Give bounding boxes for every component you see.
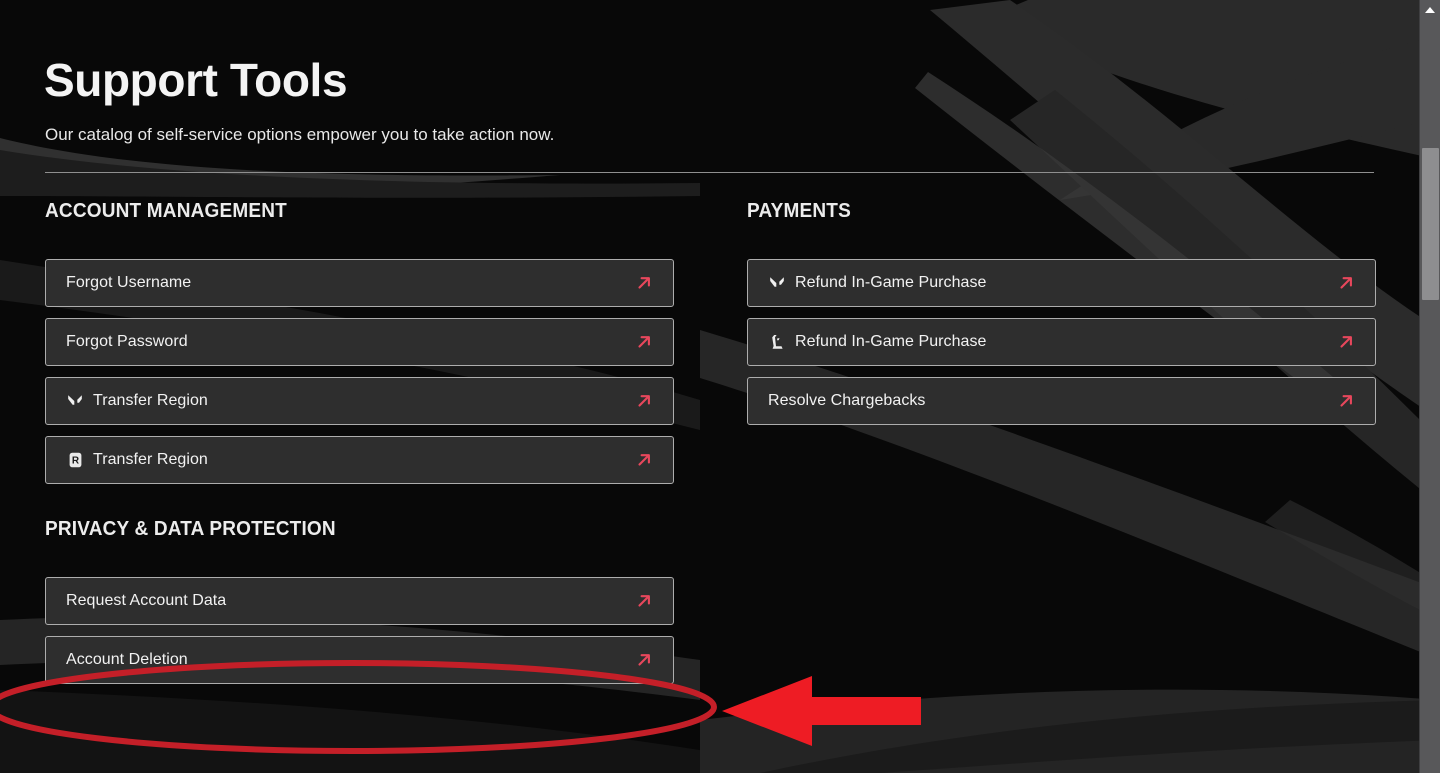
tool-button-label: Forgot Password <box>66 333 188 350</box>
tool-button-request-account-data[interactable]: Request Account Data <box>45 577 674 625</box>
tool-button-label: Forgot Username <box>66 274 192 291</box>
section-payments: PAYMENTS Refund In-Game Purchase Refund … <box>747 200 1377 425</box>
tool-button-label: Transfer Region <box>93 392 208 409</box>
tool-list-account-management: Forgot Username Forgot Password Transfer… <box>45 259 675 484</box>
page-subtitle: Our catalog of self-service options empo… <box>45 125 555 144</box>
scroll-up-arrow-icon[interactable] <box>1420 0 1440 20</box>
external-link-arrow-icon <box>1335 272 1357 294</box>
scrollbar-thumb[interactable] <box>1422 148 1439 300</box>
tool-button-refund-in-game-purchase-league[interactable]: Refund In-Game Purchase <box>747 318 1376 366</box>
section-heading-privacy-data-protection: PRIVACY & DATA PROTECTION <box>45 518 336 540</box>
tool-list-privacy-data-protection: Request Account Data Account Deletion <box>45 577 675 684</box>
section-heading-account-management: ACCOUNT MANAGEMENT <box>45 200 287 222</box>
content-viewport: Support Tools Our catalog of self-servic… <box>0 0 1419 773</box>
valorant-v-icon <box>66 392 84 410</box>
section-heading-payments: PAYMENTS <box>747 200 851 222</box>
riot-r-badge-icon: R <box>66 451 84 469</box>
svg-text:R: R <box>71 456 79 467</box>
tool-button-transfer-region-riot[interactable]: R Transfer Region <box>45 436 674 484</box>
scroll-up-triangle <box>1425 7 1435 13</box>
tool-button-label: Resolve Chargebacks <box>768 392 926 409</box>
vertical-scrollbar[interactable] <box>1419 0 1440 773</box>
external-link-arrow-icon <box>633 390 655 412</box>
tool-button-label: Request Account Data <box>66 592 227 609</box>
league-of-legends-icon <box>768 333 786 351</box>
tool-button-label: Transfer Region <box>93 451 208 468</box>
external-link-arrow-icon <box>1335 390 1357 412</box>
tool-button-forgot-password[interactable]: Forgot Password <box>45 318 674 366</box>
external-link-arrow-icon <box>633 449 655 471</box>
left-column: ACCOUNT MANAGEMENT Forgot Username Forgo… <box>45 200 675 684</box>
tool-button-account-deletion[interactable]: Account Deletion <box>45 636 674 684</box>
header-divider <box>45 172 1374 173</box>
tool-button-label: Refund In-Game Purchase <box>795 333 987 350</box>
section-account-management: ACCOUNT MANAGEMENT Forgot Username Forgo… <box>45 200 675 484</box>
external-link-arrow-icon <box>1335 331 1357 353</box>
tool-button-label: Refund In-Game Purchase <box>795 274 987 291</box>
tool-list-payments: Refund In-Game Purchase Refund In-Game P… <box>747 259 1377 425</box>
tool-button-label: Account Deletion <box>66 651 188 668</box>
tool-button-transfer-region-valorant[interactable]: Transfer Region <box>45 377 674 425</box>
section-privacy-data-protection: PRIVACY & DATA PROTECTION Request Accoun… <box>45 518 675 684</box>
tool-button-refund-in-game-purchase-valorant[interactable]: Refund In-Game Purchase <box>747 259 1376 307</box>
page-title: Support Tools <box>44 53 348 106</box>
external-link-arrow-icon <box>633 649 655 671</box>
external-link-arrow-icon <box>633 331 655 353</box>
tool-button-forgot-username[interactable]: Forgot Username <box>45 259 674 307</box>
support-tools-page: Support Tools Our catalog of self-servic… <box>0 0 1440 773</box>
external-link-arrow-icon <box>633 590 655 612</box>
external-link-arrow-icon <box>633 272 655 294</box>
tool-button-resolve-chargebacks[interactable]: Resolve Chargebacks <box>747 377 1376 425</box>
valorant-v-icon <box>768 274 786 292</box>
right-column: PAYMENTS Refund In-Game Purchase Refund … <box>747 200 1377 425</box>
